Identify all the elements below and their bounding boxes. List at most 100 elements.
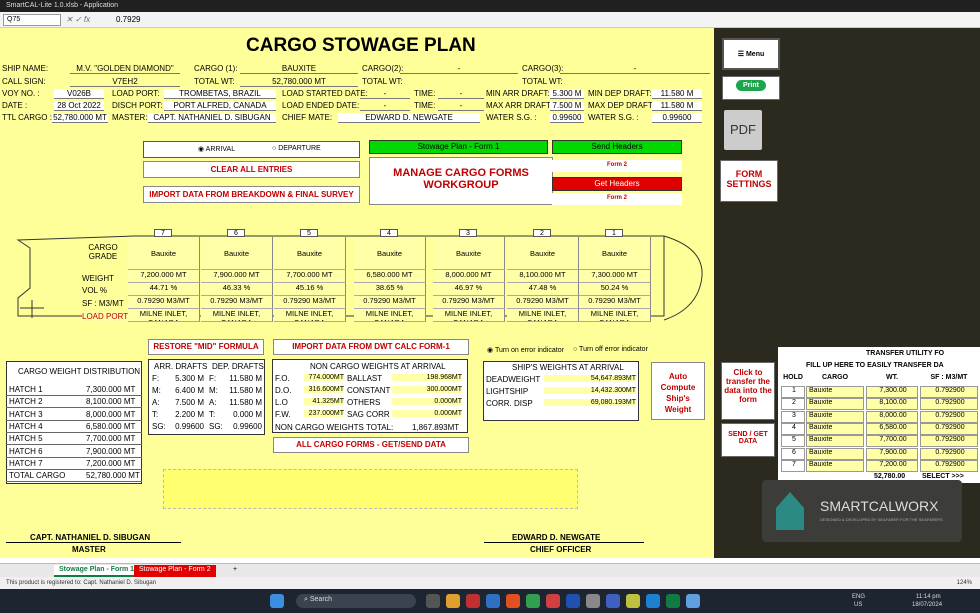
import-breakdown-button[interactable]: IMPORT DATA FROM BREAKDOWN & FINAL SURVE… [143, 186, 360, 203]
transfer-cell[interactable]: Bauxite [806, 447, 864, 460]
max-dep-value[interactable]: 11.580 M [652, 101, 702, 111]
app-icon[interactable] [466, 594, 480, 608]
arr-draft-value[interactable]: 6.400 M [168, 386, 204, 395]
call-sign-value[interactable]: V7EH2 [70, 77, 180, 87]
min-arr-value[interactable]: 5.300 M [550, 89, 584, 99]
dep-draft-value[interactable]: 0.000 M [224, 410, 262, 419]
app-icon[interactable] [506, 594, 520, 608]
app-icon[interactable] [566, 594, 580, 608]
transfer-cell[interactable]: 7,300.00 [866, 386, 918, 398]
cargo3-value[interactable]: - [560, 64, 710, 74]
load-start-value[interactable]: - [360, 89, 410, 99]
error-on-radio[interactable]: ◉ Turn on error indicator [487, 346, 564, 354]
send-get-button[interactable]: SEND / GET DATA [721, 423, 775, 457]
noncargo-value[interactable]: 0.000MT [392, 398, 462, 405]
transfer-cell[interactable]: 7,900.00 [866, 447, 918, 460]
ship-name-value[interactable]: M.V. "GOLDEN DIAMOND" [70, 64, 180, 74]
app-icon[interactable] [446, 594, 460, 608]
min-dep-value[interactable]: 11.580 M [652, 89, 702, 99]
form-settings-button[interactable]: FORM SETTINGS [720, 160, 778, 202]
transfer-cell[interactable]: 7 [781, 459, 805, 472]
app-icon[interactable] [646, 594, 660, 608]
hold-load-port[interactable]: MILNE INLET, CANADA [354, 309, 426, 322]
water-sg-dep-value[interactable]: 0.99600 [652, 113, 702, 123]
clear-entries-button[interactable]: CLEAR ALL ENTRIES [143, 161, 360, 178]
noncargo-value[interactable]: 316.600MT [304, 386, 344, 393]
transfer-cell[interactable]: Bauxite [806, 410, 864, 423]
pdf-icon[interactable]: PDF [724, 110, 762, 150]
load-port-value[interactable]: TROMBETAS, BRAZIL [164, 89, 276, 99]
taskbar-search[interactable]: ⌕ Search [296, 594, 416, 608]
transfer-cell[interactable]: 0.792900 [920, 459, 978, 472]
transfer-cell[interactable]: Bauxite [806, 422, 864, 435]
hold-load-port[interactable]: MILNE INLET, CANADA [274, 309, 346, 322]
transfer-cell[interactable]: 0.792900 [920, 410, 978, 423]
hold-weight[interactable]: 8,000.000 MT [433, 270, 505, 283]
form2-label[interactable]: Form 2 [552, 160, 682, 172]
transfer-cell[interactable]: 5 [781, 435, 805, 448]
time-value-2[interactable]: - [438, 101, 484, 111]
max-arr-value[interactable]: 7.500 M [550, 101, 584, 111]
cargo1-value[interactable]: BAUXITE [240, 64, 358, 74]
hold-weight[interactable]: 7,900.000 MT [201, 270, 273, 283]
all-forms-button[interactable]: ALL CARGO FORMS - GET/SEND DATA [273, 437, 469, 453]
noncargo-value[interactable]: 0.000MT [392, 410, 462, 417]
dep-draft-value[interactable]: 11.580 M [224, 398, 262, 407]
transfer-cell[interactable]: 6,580.00 [866, 422, 918, 435]
hold-grade[interactable]: Bauxite [579, 237, 651, 270]
transfer-cell[interactable]: 2 [781, 398, 805, 411]
app-icon[interactable] [486, 594, 500, 608]
hold-grade[interactable]: Bauxite [201, 237, 273, 270]
hold-load-port[interactable]: MILNE INLET, CANADA [433, 309, 505, 322]
clock-date[interactable]: 18/07/2024 [912, 602, 942, 608]
radio-departure[interactable]: ○ DEPARTURE [272, 145, 321, 152]
app-icon[interactable] [526, 594, 540, 608]
hold-weight[interactable]: 8,100.000 MT [507, 270, 579, 283]
app-icon[interactable] [626, 594, 640, 608]
transfer-cell[interactable]: 7,700.00 [866, 435, 918, 448]
menu-button[interactable]: ☰ Menu [722, 38, 780, 70]
transfer-cell[interactable]: 8,100.00 [866, 398, 918, 411]
transfer-cell[interactable]: 0.792900 [920, 422, 978, 435]
restore-formula-button[interactable]: RESTORE "MID" FORMULA [148, 339, 264, 355]
lang-region[interactable]: US [854, 602, 862, 608]
transfer-cell[interactable]: 0.792900 [920, 447, 978, 460]
tab-form2[interactable]: Stowage Plan - Form 2 [134, 565, 216, 577]
transfer-cell[interactable]: 0.792900 [920, 386, 978, 398]
excel-icon[interactable] [666, 594, 680, 608]
water-sg-value[interactable]: 0.99600 [550, 113, 584, 123]
print-button[interactable]: Print [722, 76, 780, 100]
hold-load-port[interactable]: MILNE INLET, CANADA [128, 309, 200, 322]
arr-draft-value[interactable]: 5.300 M [168, 374, 204, 383]
cargo2-value[interactable]: - [400, 64, 518, 74]
hold-grade[interactable]: Bauxite [507, 237, 579, 270]
noncargo-value[interactable]: 198.968MT [392, 374, 462, 381]
app-icon[interactable] [426, 594, 440, 608]
hold-sf[interactable]: 0.79290 M3/MT [507, 296, 579, 309]
transfer-cell[interactable]: Bauxite [806, 435, 864, 448]
app-icon[interactable] [606, 594, 620, 608]
arr-draft-value[interactable]: 7.500 M [168, 398, 204, 407]
transfer-cell[interactable]: Bauxite [806, 386, 864, 398]
hold-weight[interactable]: 7,700.000 MT [274, 270, 346, 283]
send-headers-button[interactable]: Send Headers [552, 140, 682, 154]
transfer-cell[interactable]: 6 [781, 447, 805, 460]
total-wt-value[interactable]: 52,780.000 MT [240, 77, 358, 87]
master-value[interactable]: CAPT. NATHANIEL D. SIBUGAN [148, 113, 276, 123]
app-icon[interactable] [586, 594, 600, 608]
transfer-cell[interactable]: 8,000.00 [866, 410, 918, 423]
transfer-cell[interactable]: 1 [781, 386, 805, 398]
hold-grade[interactable]: Bauxite [128, 237, 200, 270]
tab-form1[interactable]: Stowage Plan - Form 1 [54, 565, 140, 577]
hold-weight[interactable]: 7,300.000 MT [579, 270, 651, 283]
transfer-cell[interactable]: 0.792900 [920, 398, 978, 411]
transfer-cell[interactable]: Bauxite [806, 398, 864, 411]
hold-sf[interactable]: 0.79290 M3/MT [354, 296, 426, 309]
disch-port-value[interactable]: PORT ALFRED, CANADA [164, 101, 276, 111]
app-icon[interactable] [546, 594, 560, 608]
form2-label-2[interactable]: Form 2 [552, 193, 682, 205]
click-transfer-button[interactable]: Click to transfer the data into the form [721, 362, 775, 420]
hold-weight[interactable]: 7,200.000 MT [128, 270, 200, 283]
voy-value[interactable]: V026B [54, 89, 104, 99]
app-icon[interactable] [686, 594, 700, 608]
